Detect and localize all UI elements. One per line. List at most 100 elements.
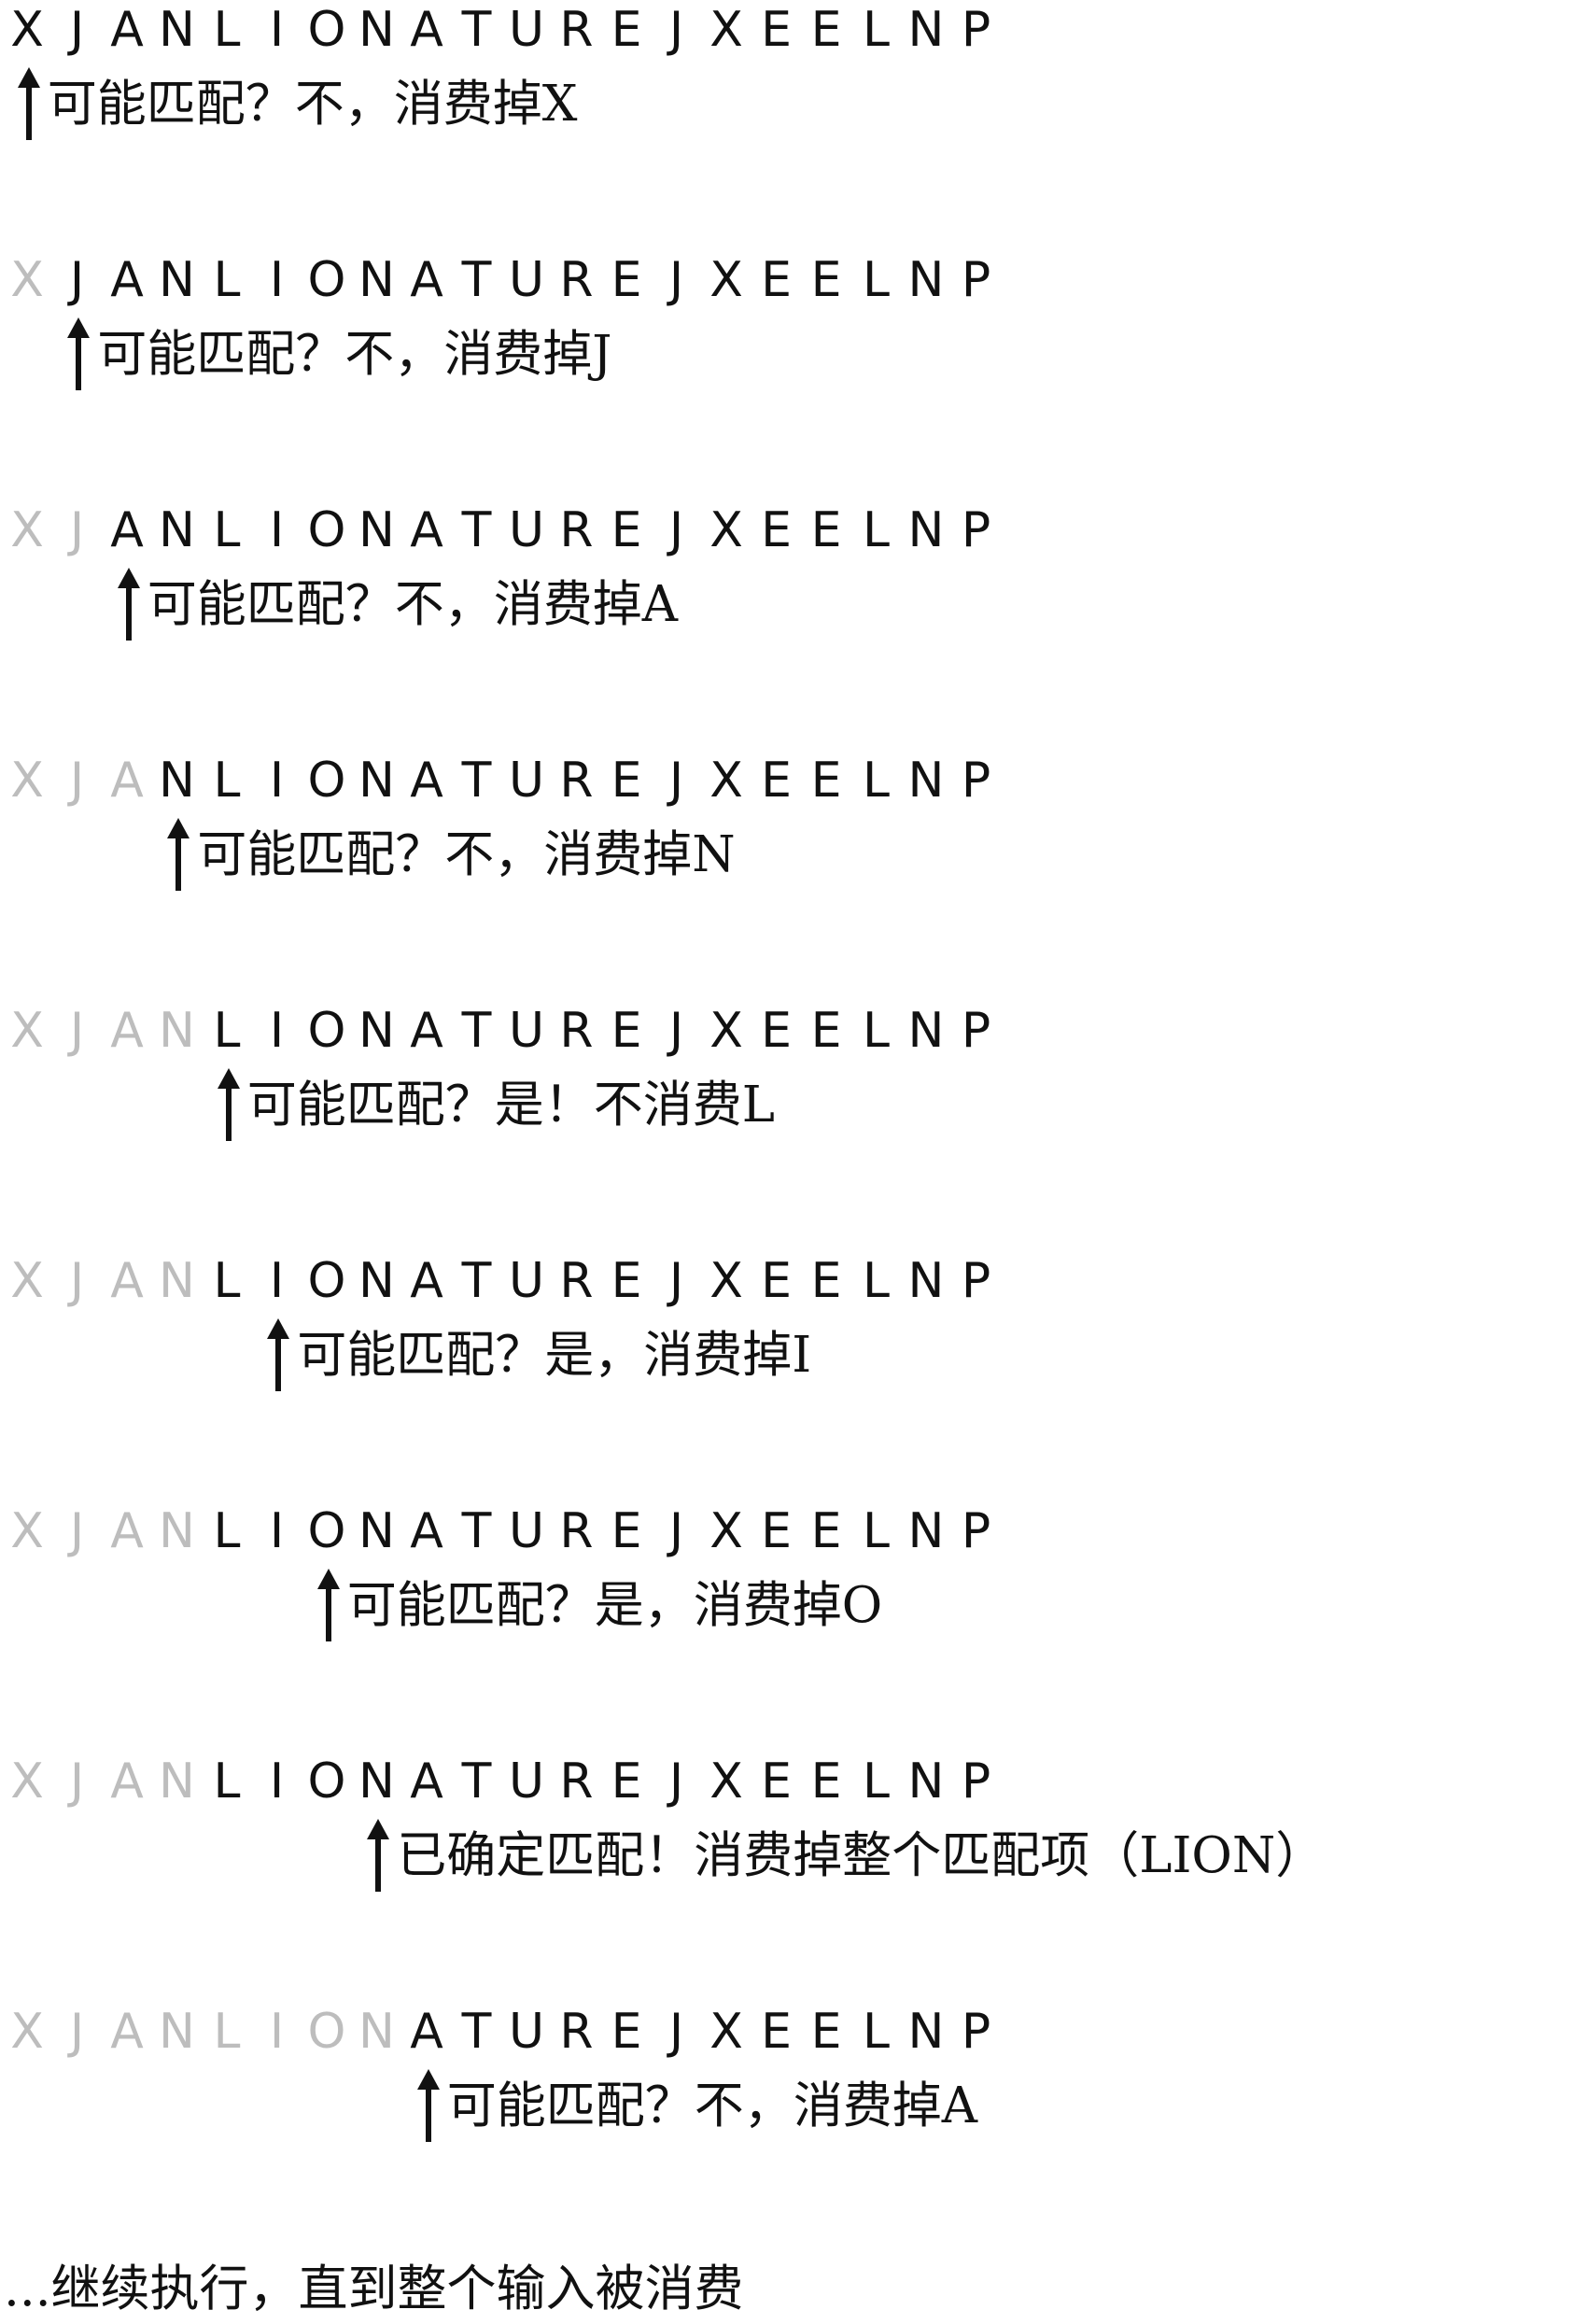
input-letter: N [907,1253,945,1309]
input-letter: E [611,1253,642,1309]
input-letter: L [863,252,890,308]
input-letter: L [863,1503,890,1559]
input-letter: A [410,1003,443,1059]
input-letter: E [611,502,642,558]
input-letter: I [269,1754,285,1810]
input-sequence: XJANLIONATUREJXEELNP [4,1752,1003,1811]
input-letter: P [961,1503,991,1559]
input-letter: P [961,502,991,558]
input-letter: O [307,1754,346,1810]
input-letter: P [961,1754,991,1810]
input-letter: I [269,1503,285,1559]
input-letter: O [307,2,346,58]
input-letter: O [307,1253,346,1309]
input-letter: N [159,502,195,558]
input-letter: L [863,1003,890,1059]
input-letter: X [709,753,743,809]
consumed-letter: J [69,2004,85,2060]
input-letter: L [213,2,241,58]
consumed-letter: A [110,2004,144,2060]
input-letter: O [307,252,346,308]
input-letter: L [863,1253,890,1309]
input-letter: X [709,252,743,308]
input-sequence: XJANLIONATUREJXEELNP [4,2002,1003,2062]
input-letter: X [709,1003,743,1059]
input-letter: N [358,1003,395,1059]
input-letter: L [863,753,890,809]
input-letter: A [410,2,443,58]
input-letter: J [668,1003,684,1059]
input-letter: X [709,1253,743,1309]
input-letter: E [611,252,642,308]
input-letter: N [907,1754,945,1810]
input-letter: R [559,1003,594,1059]
input-letter: U [508,252,545,308]
input-letter: E [810,252,842,308]
input-letter: E [810,1503,842,1559]
consumed-letter: A [110,1754,144,1810]
consumed-letter: N [159,1003,195,1059]
input-sequence: XJANLIONATUREJXEELNP [4,1251,1003,1311]
pointer-up-arrow-icon [117,568,140,641]
input-sequence: XJANLIONATUREJXEELNP [4,751,1003,810]
input-letter: X [709,1754,743,1810]
input-letter: J [668,1503,684,1559]
input-letter: P [961,252,991,308]
input-letter: J [668,1754,684,1810]
input-letter: U [508,1754,545,1810]
input-letter: N [907,1503,945,1559]
input-letter: R [559,753,594,809]
input-letter: O [307,502,346,558]
input-letter: N [907,2004,945,2060]
input-letter: E [761,252,792,308]
input-letter: A [110,252,144,308]
input-letter: J [668,502,684,558]
consumed-letter: A [110,1503,144,1559]
input-letter: U [508,1503,545,1559]
input-letter: R [559,2004,594,2060]
consumed-letter: X [10,1503,44,1559]
input-letter: U [508,2,545,58]
input-letter: E [611,2,642,58]
input-letter: O [307,753,346,809]
input-letter: E [810,2,842,58]
matching-steps-diagram: X J A N L I O N A T U R E J X E E L N P 可能匹配？不，消费掉X X J A N L I O N A… [0,0,1587,2324]
consumed-letter: A [110,1003,144,1059]
consumed-letter: J [69,1503,85,1559]
step-note: 可能匹配？不，消费掉N [197,826,736,883]
input-letter: R [559,2,594,58]
input-letter: E [810,2004,842,2060]
input-letter: I [269,502,285,558]
input-letter: T [461,2004,492,2060]
input-letter: U [508,502,545,558]
consumed-letter: N [159,2004,195,2060]
input-letter: X [10,2,44,58]
input-letter: P [961,1253,991,1309]
pointer-up-arrow-icon [416,2069,440,2142]
input-letter: E [761,2,792,58]
input-sequence: XJANLIONATUREJXEELNP [4,500,1003,560]
input-letter: T [461,1003,492,1059]
input-letter: E [761,1253,792,1309]
consumed-letter: O [307,2004,346,2060]
pointer-up-arrow-icon [367,1819,390,1892]
input-letter: T [461,1754,492,1810]
pointer-up-arrow-icon [67,317,91,390]
input-letter: E [611,2004,642,2060]
input-letter: J [69,252,85,308]
input-letter: T [461,1503,492,1559]
input-letter: E [611,1503,642,1559]
input-letter: L [213,252,241,308]
input-letter: A [410,502,443,558]
input-letter: E [761,1754,792,1810]
input-letter: L [213,1503,241,1559]
input-letter: P [961,2004,991,2060]
input-letter: A [110,502,144,558]
consumed-letter: J [69,1003,85,1059]
input-letter: U [508,753,545,809]
input-letter: E [761,753,792,809]
input-letter: U [508,1253,545,1309]
step-note: 可能匹配？不，消费掉J [97,326,612,383]
input-letter: E [761,2004,792,2060]
input-letter: I [269,1253,285,1309]
